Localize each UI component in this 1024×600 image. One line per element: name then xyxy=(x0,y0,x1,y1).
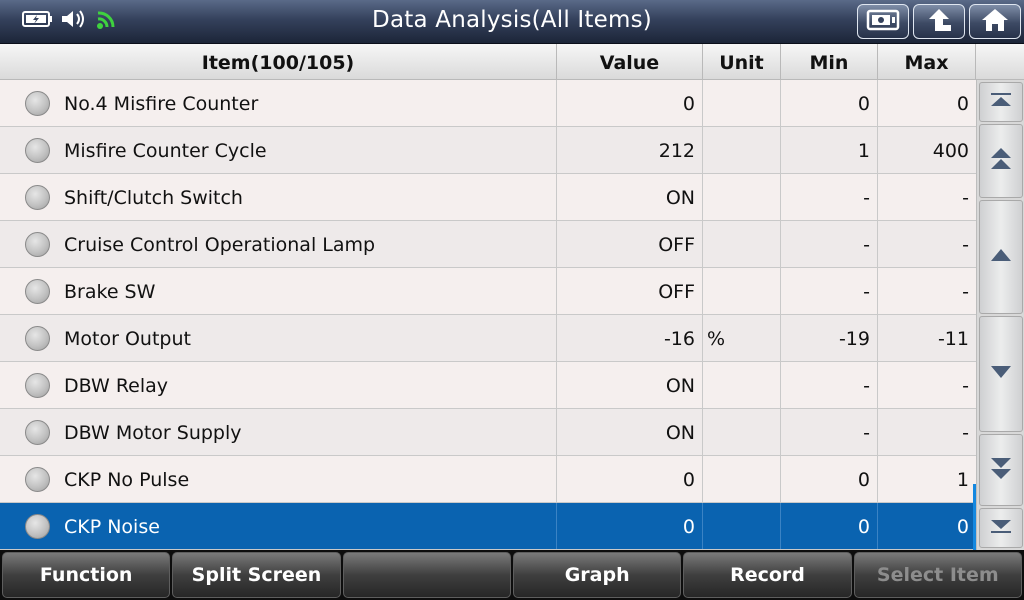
item-max: - xyxy=(962,187,969,209)
table-row[interactable]: Shift/Clutch Switch ON - - xyxy=(0,174,976,221)
item-max: - xyxy=(962,281,969,303)
item-max: 1 xyxy=(956,469,969,491)
item-unit xyxy=(703,80,781,126)
item-value: 0 xyxy=(557,456,703,502)
item-min: 1 xyxy=(781,127,878,173)
item-name: CKP No Pulse xyxy=(0,456,557,502)
item-min: 0 xyxy=(781,456,878,502)
item-unit xyxy=(703,409,781,455)
item-unit xyxy=(703,456,781,502)
page-down-icon xyxy=(989,456,1013,484)
page-up-icon xyxy=(989,147,1013,175)
item-value: OFF xyxy=(557,221,703,267)
scroll-down-icon xyxy=(989,364,1013,384)
table-row[interactable]: Motor Output -16 % -19 -11 xyxy=(0,315,976,362)
bottom-toolbar: Function Split Screen Graph Record Selec… xyxy=(0,550,1024,600)
item-min: - xyxy=(781,268,878,314)
scroll-position-indicator xyxy=(973,484,976,550)
scroll-up-icon xyxy=(989,247,1013,267)
column-header-item: Item(100/105) xyxy=(0,44,557,80)
table-body: No.4 Misfire Counter 0 0 0 Misfire Count… xyxy=(0,80,976,550)
table-row[interactable]: Brake SW OFF - - xyxy=(0,268,976,315)
item-min: - xyxy=(781,221,878,267)
table-row[interactable]: Misfire Counter Cycle 212 1 400 xyxy=(0,127,976,174)
item-max: - xyxy=(962,422,969,444)
item-name: No.4 Misfire Counter xyxy=(0,80,557,126)
blank-button[interactable] xyxy=(342,552,511,598)
table-row[interactable]: DBW Motor Supply ON - - xyxy=(0,409,976,456)
item-min: -19 xyxy=(781,315,878,361)
item-min: - xyxy=(781,362,878,408)
item-name: CKP Noise xyxy=(0,503,557,549)
column-header-max: Max xyxy=(878,44,976,80)
item-value: ON xyxy=(557,362,703,408)
home-icon xyxy=(980,7,1010,37)
title-bar: Data Analysis(All Items) xyxy=(0,0,1024,44)
table-row[interactable]: No.4 Misfire Counter 0 0 0 xyxy=(0,80,976,127)
page-down-button[interactable] xyxy=(979,434,1023,506)
item-name: Cruise Control Operational Lamp xyxy=(0,221,557,267)
item-max: - xyxy=(962,234,969,256)
item-value: ON xyxy=(557,409,703,455)
table-header: Item(100/105) Value Unit Min Max xyxy=(0,44,1024,80)
item-min: 0 xyxy=(781,503,878,549)
item-max: - xyxy=(962,375,969,397)
item-value: -16 xyxy=(557,315,703,361)
item-name: Misfire Counter Cycle xyxy=(0,127,557,173)
select-item-button[interactable]: Select Item xyxy=(853,552,1022,598)
item-name: Brake SW xyxy=(0,268,557,314)
screenshot-icon xyxy=(866,8,900,36)
item-max: 0 xyxy=(956,516,969,538)
item-name: Shift/Clutch Switch xyxy=(0,174,557,220)
table-row[interactable]: CKP No Pulse 0 0 1 xyxy=(0,456,976,503)
item-max: -11 xyxy=(937,328,969,350)
item-unit xyxy=(703,127,781,173)
item-min: - xyxy=(781,409,878,455)
home-button[interactable] xyxy=(969,4,1021,39)
item-min: - xyxy=(781,174,878,220)
item-value: 0 xyxy=(557,503,703,549)
item-max: 400 xyxy=(932,140,969,162)
table-row[interactable]: DBW Relay ON - - xyxy=(0,362,976,409)
item-value: 212 xyxy=(557,127,703,173)
item-unit xyxy=(703,362,781,408)
screenshot-button[interactable] xyxy=(857,4,909,39)
item-min: 0 xyxy=(781,80,878,126)
item-name: DBW Relay xyxy=(0,362,557,408)
item-max: 0 xyxy=(956,93,969,115)
item-unit: % xyxy=(703,315,781,361)
scroll-up-button[interactable] xyxy=(979,200,1023,314)
item-name: DBW Motor Supply xyxy=(0,409,557,455)
scroll-down-button[interactable] xyxy=(979,316,1023,432)
table-row-selected[interactable]: CKP Noise 0 0 0 xyxy=(0,503,976,550)
item-name: Motor Output xyxy=(0,315,557,361)
item-unit xyxy=(703,174,781,220)
record-button[interactable]: Record xyxy=(683,552,852,598)
back-button[interactable] xyxy=(913,4,965,39)
scroll-panel xyxy=(973,80,1024,550)
item-unit xyxy=(703,503,781,549)
graph-button[interactable]: Graph xyxy=(512,552,682,598)
column-header-min: Min xyxy=(781,44,878,80)
data-table: Item(100/105) Value Unit Min Max No.4 Mi… xyxy=(0,44,1024,550)
scroll-bottom-button[interactable] xyxy=(979,508,1023,548)
back-icon xyxy=(924,7,954,37)
split-screen-button[interactable]: Split Screen xyxy=(172,552,341,598)
item-value: OFF xyxy=(557,268,703,314)
item-value: 0 xyxy=(557,80,703,126)
scroll-bottom-icon xyxy=(989,518,1013,538)
function-button[interactable]: Function xyxy=(2,552,171,598)
column-header-value: Value xyxy=(557,44,703,80)
table-row[interactable]: Cruise Control Operational Lamp OFF - - xyxy=(0,221,976,268)
item-value: ON xyxy=(557,174,703,220)
item-unit xyxy=(703,221,781,267)
scroll-top-icon xyxy=(989,92,1013,112)
scroll-top-button[interactable] xyxy=(979,82,1023,122)
item-unit xyxy=(703,268,781,314)
column-header-unit: Unit xyxy=(703,44,781,80)
page-up-button[interactable] xyxy=(979,124,1023,198)
